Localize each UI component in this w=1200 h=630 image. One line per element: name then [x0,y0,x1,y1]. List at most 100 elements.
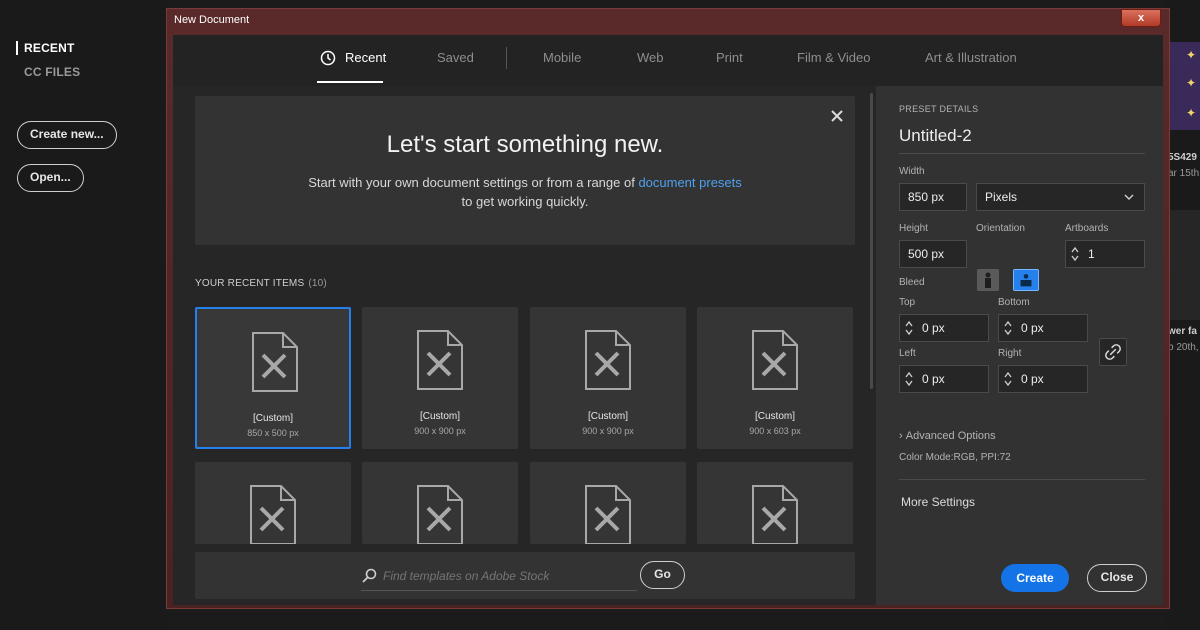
tab-web[interactable]: Web [637,50,664,65]
close-button[interactable]: Close [1087,564,1147,592]
bleed-right-stepper[interactable]: 0 px [998,365,1088,393]
unit-select[interactable]: Pixels [976,183,1145,211]
stepper-arrows-icon[interactable] [1070,245,1080,263]
tab-print[interactable]: Print [716,50,743,65]
document-name-field[interactable]: Untitled-2 [899,126,972,146]
recent-item-card[interactable]: [Custom] 900 x 900 px [362,307,518,449]
background-thumbnail [1170,210,1200,320]
stepper-arrows-icon[interactable] [1003,319,1013,337]
tab-separator [506,47,507,69]
artboards-label: Artboards [1065,223,1109,234]
clock-icon [320,50,336,66]
nav-item-cc-files[interactable]: CC FILES [16,65,80,79]
stock-search-input[interactable] [383,566,633,586]
banner-subtitle-text: to get working quickly. [461,194,589,209]
sparkle-icon: ✦ [1186,76,1197,90]
banner-subtitle-text: Start with your own document settings or… [308,175,639,190]
bleed-top-label: Top [899,297,916,308]
recent-item-name: [Custom] [419,411,460,422]
recent-item-dimensions: 900 x 900 px [414,426,466,436]
bleed-left-stepper[interactable]: 0 px [899,365,989,393]
artboards-value: 1 [1088,247,1095,261]
advanced-options-label: Advanced Options [905,430,996,442]
unit-select-value: Pixels [985,190,1018,204]
recent-items-count: (10) [308,278,327,289]
recent-item-name: [Custom] [587,411,628,422]
background-thumbnail: ✦ ✦ ✦ [1170,42,1200,130]
dialog-title: New Document [174,14,250,26]
bleed-top-stepper[interactable]: 0 px [899,314,989,342]
artboards-stepper[interactable]: 1 [1065,240,1145,268]
home-sidebar: RECENT CC FILES Create new... Open... [0,0,168,630]
more-settings-button[interactable]: More Settings [901,495,975,509]
portrait-orientation-icon[interactable] [977,269,999,291]
welcome-banner: Let's start something new. Start with yo… [195,96,855,245]
preset-details-panel: PRESET DETAILS Untitled-2 Width 850 px P… [876,86,1163,605]
background-file-date: ar 15th, [1168,168,1200,179]
stepper-arrows-icon[interactable] [1003,370,1013,388]
sparkle-icon: ✦ [1186,106,1197,120]
bleed-bottom-label: Bottom [998,297,1030,308]
orientation-label: Orientation [976,223,1025,234]
go-button[interactable]: Go [640,561,685,589]
divider [899,479,1145,480]
nav-item-recent[interactable]: RECENT [16,41,75,55]
bleed-bottom-stepper[interactable]: 0 px [998,314,1088,342]
sparkle-icon: ✦ [1186,48,1197,62]
bleed-bottom-value: 0 px [1021,321,1044,335]
chevron-right-icon: › [899,430,906,442]
stepper-arrows-icon[interactable] [904,319,914,337]
create-button[interactable]: Create [1001,564,1069,592]
document-custom-icon [417,330,463,390]
recent-item-card[interactable] [697,462,853,544]
tab-art-illustration[interactable]: Art & Illustration [925,50,1017,65]
bleed-left-label: Left [899,348,916,359]
dialog-titlebar[interactable]: New Document x [167,9,1169,33]
stepper-arrows-icon[interactable] [904,370,914,388]
document-custom-icon [585,485,631,544]
height-input[interactable]: 500 px [899,240,967,268]
window-close-button[interactable]: x [1121,9,1161,27]
advanced-options-toggle[interactable]: › Advanced Options [899,430,996,442]
active-tab-indicator [317,81,383,83]
recent-item-card[interactable] [195,462,351,544]
create-new-button[interactable]: Create new... [17,121,117,149]
bleed-right-label: Right [998,348,1022,359]
close-icon[interactable] [829,108,845,124]
bleed-top-value: 0 px [922,321,945,335]
recent-item-card[interactable] [530,462,686,544]
stock-search-bar: Go [195,552,855,599]
open-button[interactable]: Open... [17,164,84,192]
background-file-name: wer fa [1168,326,1197,337]
document-custom-icon [585,330,631,390]
preset-details-heading: PRESET DETAILS [899,104,979,114]
banner-title: Let's start something new. [386,131,664,158]
recent-item-card[interactable] [362,462,518,544]
recent-item-dimensions: 900 x 900 px [582,426,634,436]
recent-item-card[interactable]: [Custom] 900 x 603 px [697,307,853,449]
background-recent-files: ✦ ✦ ✦ 5S429 ar 15th, wer fa b 20th, [1165,0,1200,630]
recent-item-card[interactable]: [Custom] 850 x 500 px [195,307,351,449]
document-presets-link[interactable]: document presets [638,175,741,190]
tab-saved[interactable]: Saved [437,50,474,65]
recent-item-name: [Custom] [754,411,795,422]
link-bleed-icon[interactable] [1099,338,1127,366]
templates-area: Let's start something new. Start with yo… [173,86,873,605]
preset-tabs: Recent Saved Mobile Web Print Film & Vid… [173,35,1163,86]
width-label: Width [899,166,925,177]
document-custom-icon [752,485,798,544]
bleed-left-value: 0 px [922,372,945,386]
document-custom-icon [250,485,296,544]
scrollbar-thumb[interactable] [870,93,873,389]
width-input[interactable]: 850 px [899,183,967,211]
tab-film-video[interactable]: Film & Video [797,50,870,65]
document-custom-icon [252,332,298,392]
landscape-orientation-icon[interactable] [1013,269,1039,291]
banner-subtitle: Start with your own document settings or… [195,173,855,211]
tab-recent[interactable]: Recent [345,50,386,65]
recent-item-card[interactable]: [Custom] 900 x 900 px [530,307,686,449]
app-window: RECENT CC FILES Create new... Open... ✦ … [0,0,1200,630]
tab-mobile[interactable]: Mobile [543,50,581,65]
chevron-down-icon [1124,194,1134,200]
search-icon [362,568,377,583]
